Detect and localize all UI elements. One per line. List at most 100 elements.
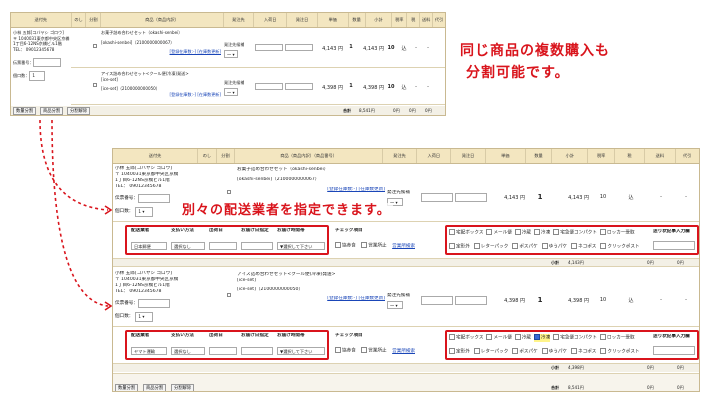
count-select[interactable]: 1 ▾ [135,207,154,217]
slip-entry-label: 送り状記事入力欄 [653,229,690,234]
option-box[interactable] [486,229,493,235]
option-box[interactable] [541,243,548,249]
option-label: 定形外 [456,244,470,250]
stock-links[interactable]: [登録在庫数:-] [在庫数更新] [237,187,385,193]
split-cancel-button[interactable]: 分割解除 [171,384,195,391]
slip-entry-input[interactable] [653,346,695,355]
shipping-head: お届け日指定 [241,228,269,233]
option-box[interactable] [449,229,455,235]
option-label: ポスパケ [519,349,538,355]
option-box[interactable] [449,334,455,340]
subtotal: 4,398 円 [568,298,589,304]
supplier-select[interactable]: ～ ▾ [387,301,403,309]
option-box[interactable] [553,229,560,235]
arrival-date-input[interactable] [421,296,453,305]
delivery-opts-row: 宅配ボックス メール便 冷蔵 冷凍 宅急便コンパクト ロッカー受取 [449,334,649,342]
count-row: 個口数： 1 ▾ [115,312,199,322]
supplier-label: 発注先候補 [387,190,410,195]
option-label: 宅急便コンパクト [560,335,597,341]
option-box[interactable] [571,243,578,249]
delivery-date-input[interactable] [241,242,273,250]
stock-links[interactable]: [登録在庫数:-] [在庫数更新] [237,296,385,302]
check-box[interactable] [361,242,368,248]
option-box-checked[interactable] [534,334,541,340]
order-date-input[interactable] [455,296,487,305]
slip-number-input[interactable] [137,194,170,203]
option-label: クリックポスト [607,349,640,355]
option-label: 冷凍 [541,230,551,236]
option-box[interactable] [449,348,455,354]
option-box[interactable] [600,334,606,340]
option-label: クリックポスト [607,244,640,250]
split-checkbox[interactable] [227,190,231,194]
check-label: チェック項目 [335,333,363,338]
col-head: 送付先 [113,149,199,163]
item-split-button[interactable]: 商品分割 [143,384,167,391]
option-label: 宅急便コンパクト [560,230,597,236]
subtotal-zero: 0円 [677,260,684,265]
delivery-date-input[interactable] [241,347,273,355]
shipping-head: 支払い方法 [171,333,194,338]
option-box[interactable] [514,334,521,340]
col-head: 発注日 [451,149,486,163]
subtotal-value: 4,143円 [568,260,584,265]
slip-row: 伝票番号： [115,194,199,203]
option-box[interactable] [600,229,606,235]
col-head: 単価 [486,149,526,163]
check-row: 協赤食 営業所止 営業所検索 [335,347,415,355]
col-head: 発注先 [383,149,418,163]
payment-select[interactable]: 選択なし [171,242,205,250]
col-head: 送料 [645,149,676,163]
slip-label: 伝票番号： [115,300,138,306]
option-box[interactable] [473,348,480,354]
option-box[interactable] [553,334,560,340]
option-label: メール便 [493,335,512,341]
check-item: 営業所止 [368,348,387,354]
delivery-time-select[interactable]: ▼選択して下さい [277,242,325,250]
order-date-input[interactable] [455,193,487,202]
bottom-table-header: 送付先 のし 分割 商品（商品内訳）（商品番号） 発注先 入荷日 発注日 単価 … [113,149,699,164]
option-box[interactable] [512,348,519,354]
office-search-link[interactable]: 営業所検索 [392,349,415,354]
supplier-label: 発注先候補 [387,293,410,298]
bottom-item-row: アイス詰め合わせセット<クール便(冷凍)発送> [ice-set] [ice-s… [199,269,699,325]
office-search-link[interactable]: 営業所検索 [392,244,415,249]
check-box[interactable] [361,347,368,353]
bottom-total-row: 数量分割 商品分割 分割解除 合計 8,541円 0円 0円 [113,373,699,391]
option-label: レターパック [480,349,509,355]
carrier-select[interactable]: 日本郵便 [131,242,167,250]
shipping-head: 出荷日 [209,228,223,233]
shipping-fee: - [660,297,662,303]
delivery-time-select[interactable]: ▼選択して下さい [277,347,325,355]
shipping-head: お届け時間帯 [277,333,305,338]
option-box[interactable] [473,243,480,249]
delivery-opts-row: 宅配ボックス メール便 冷蔵 冷凍 宅急便コンパクト ロッカー受取 [449,229,649,237]
option-box[interactable] [486,334,493,340]
ship-date-input[interactable] [209,347,237,355]
option-box[interactable] [600,243,607,249]
option-box[interactable] [512,243,519,249]
check-box[interactable] [335,347,341,353]
option-box[interactable] [571,348,578,354]
split-checkbox[interactable] [227,293,231,297]
option-box[interactable] [600,348,607,354]
option-box[interactable] [541,348,548,354]
total-label: 合計 [551,385,560,390]
slip-entry-input[interactable] [653,241,695,250]
slip-number-input[interactable] [137,299,170,308]
ship-date-input[interactable] [209,242,237,250]
option-box[interactable] [534,229,541,235]
check-box[interactable] [335,242,341,248]
option-box[interactable] [514,229,521,235]
unit-price: 4,143 円 [504,195,525,201]
subtotal-label: 小計 [551,365,560,370]
option-label: 宅配ボックス [456,335,484,341]
carrier-select[interactable]: ヤマト運輸 [131,347,167,355]
option-box[interactable] [449,243,455,249]
quantity-split-button[interactable]: 数量分割 [115,384,139,391]
count-select[interactable]: 1 ▾ [135,312,154,322]
delivery-opts-row: 定形外 レターパック ポスパケ ゆうパケ ネコポス クリックポスト [449,243,649,251]
arrival-date-input[interactable] [421,193,453,202]
option-label: レターパック [480,244,509,250]
payment-select[interactable]: 選択なし [171,347,205,355]
